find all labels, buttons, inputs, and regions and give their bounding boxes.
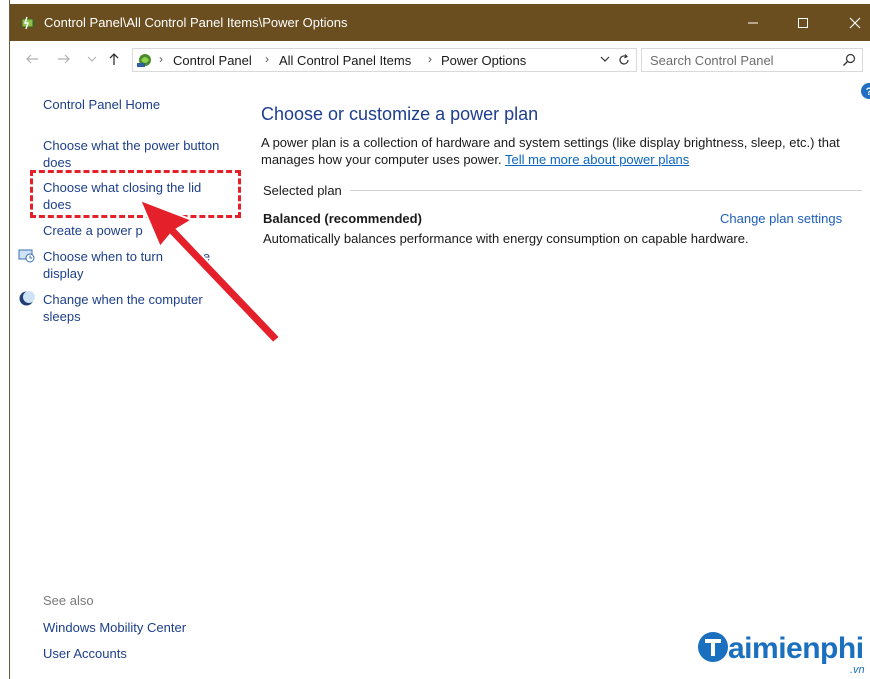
description-line1: A power plan is a collection of hardware… bbox=[261, 135, 840, 150]
windows-mobility-center-link[interactable]: Windows Mobility Center bbox=[43, 619, 186, 636]
address-bar[interactable]: › Control Panel › All Control Panel Item… bbox=[132, 48, 637, 72]
refresh-icon[interactable] bbox=[617, 53, 631, 67]
control-panel-icon bbox=[137, 54, 151, 67]
taimienphi-logo-icon bbox=[698, 632, 728, 662]
user-accounts-link[interactable]: User Accounts bbox=[43, 645, 127, 662]
see-also-heading: See also bbox=[43, 593, 94, 608]
watermark-text: aimienphi bbox=[728, 632, 864, 665]
back-button[interactable] bbox=[24, 51, 40, 67]
power-plan-description: A power plan is a collection of hardware… bbox=[261, 134, 861, 168]
breadcrumb-separator-icon: › bbox=[159, 52, 163, 66]
search-icon[interactable] bbox=[842, 53, 856, 67]
display-clock-icon bbox=[18, 249, 35, 263]
help-icon[interactable]: ? bbox=[860, 82, 870, 100]
selected-plan-label: Selected plan bbox=[263, 183, 342, 198]
back-arrow-icon bbox=[26, 54, 38, 64]
learn-more-power-plans-link[interactable]: Tell me more about power plans bbox=[505, 152, 689, 167]
turn-off-display-link-line2[interactable]: display bbox=[43, 265, 83, 282]
create-power-plan-link[interactable]: Create a power p bbox=[43, 222, 143, 239]
breadcrumb-power-options[interactable]: Power Options bbox=[441, 53, 526, 68]
navigation-bar: › Control Panel › All Control Panel Item… bbox=[10, 41, 870, 79]
svg-text:?: ? bbox=[866, 86, 870, 98]
minimize-icon bbox=[748, 22, 758, 24]
annotation-highlight-box bbox=[30, 170, 241, 218]
window-title: Control Panel\All Control Panel Items\Po… bbox=[44, 15, 348, 30]
breadcrumb-all-items[interactable]: All Control Panel Items bbox=[279, 53, 411, 68]
close-button[interactable] bbox=[832, 8, 870, 38]
up-arrow-icon bbox=[109, 53, 119, 65]
turn-off-display-link-line1[interactable]: Choose when to turn bbox=[43, 248, 163, 265]
description-line2: manages how your computer uses power. bbox=[261, 152, 502, 167]
control-panel-home-link[interactable]: Control Panel Home bbox=[43, 96, 160, 113]
breadcrumb-separator-icon: › bbox=[428, 52, 432, 66]
recent-locations-button[interactable] bbox=[84, 51, 100, 67]
title-bar[interactable]: Control Panel\All Control Panel Items\Po… bbox=[10, 4, 870, 41]
forward-arrow-icon bbox=[58, 54, 70, 64]
change-plan-settings-link[interactable]: Change plan settings bbox=[720, 211, 842, 226]
power-button-link-line2[interactable]: does bbox=[43, 154, 71, 171]
computer-sleeps-link-line1[interactable]: Change when the computer bbox=[43, 291, 203, 308]
search-box[interactable] bbox=[641, 48, 863, 72]
up-button[interactable] bbox=[106, 51, 122, 67]
turn-off-display-link-tail[interactable]: the bbox=[192, 248, 210, 265]
close-icon bbox=[849, 17, 861, 29]
power-options-window: Control Panel\All Control Panel Items\Po… bbox=[9, 0, 870, 679]
selected-plan-divider bbox=[350, 190, 862, 191]
forward-button[interactable] bbox=[56, 51, 72, 67]
maximize-icon bbox=[798, 18, 808, 28]
power-options-app-icon bbox=[21, 16, 35, 30]
moon-sleep-icon bbox=[19, 291, 35, 306]
power-button-link-line1[interactable]: Choose what the power button bbox=[43, 137, 219, 154]
search-input[interactable] bbox=[650, 51, 830, 69]
page-heading: Choose or customize a power plan bbox=[261, 104, 539, 124]
breadcrumb-control-panel[interactable]: Control Panel bbox=[173, 53, 252, 68]
chevron-down-icon bbox=[87, 56, 97, 62]
minimize-button[interactable] bbox=[730, 8, 776, 38]
watermark-suffix: .vn bbox=[850, 664, 865, 676]
breadcrumb-separator-icon: › bbox=[265, 52, 269, 66]
computer-sleeps-link-line2[interactable]: sleeps bbox=[43, 308, 81, 325]
plan-name: Balanced (recommended) bbox=[263, 211, 422, 226]
plan-description: Automatically balances performance with … bbox=[263, 231, 749, 246]
address-dropdown-icon[interactable] bbox=[600, 54, 610, 64]
taimienphi-watermark-logo: aimienphi .vn bbox=[694, 628, 870, 679]
maximize-button[interactable] bbox=[780, 8, 826, 38]
